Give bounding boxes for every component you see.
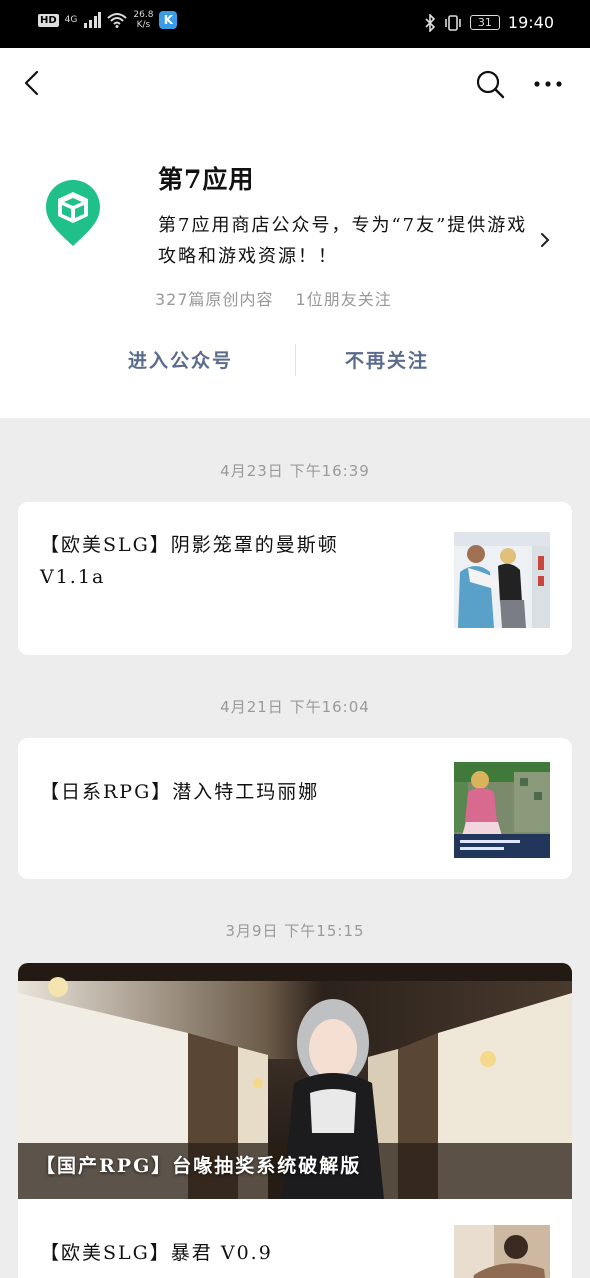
article-title: 【日系RPG】潜入特工玛丽娜 xyxy=(40,781,320,803)
wifi-icon xyxy=(107,13,128,28)
article-card[interactable]: 【日系RPG】潜入特工玛丽娜 xyxy=(18,738,572,879)
account-name: 第7应用 xyxy=(158,165,255,194)
network-speed: 26.8 K/s xyxy=(133,10,153,30)
chevron-right-icon[interactable] xyxy=(537,230,553,250)
feed-date: 4月23日 下午16:39 xyxy=(220,462,370,480)
hd-badge: HD xyxy=(38,13,59,27)
action-divider xyxy=(295,344,296,376)
article-card-group: 【国产RPG】台喙抽奖系统破解版 【欧美SLG】暴君 V0.9 xyxy=(18,963,572,1278)
account-description[interactable]: 第7应用商店公众号，专为“7友”提供游戏攻略和游戏资源！！ xyxy=(158,210,538,272)
friends-following: 1位朋友关注 xyxy=(295,290,392,309)
article-thumbnail xyxy=(454,532,550,628)
unfollow-button[interactable]: 不再关注 xyxy=(345,346,429,373)
article-thumbnail xyxy=(454,762,550,858)
article-title-line1: 【欧美SLG】阴影笼罩的曼斯顿 xyxy=(40,534,339,556)
status-bar: HD 4G 26.8 K/s K 31 19:40 xyxy=(0,0,590,48)
original-count: 327篇原创内容 xyxy=(155,290,274,309)
article-row[interactable]: 【欧美SLG】暴君 V0.9 xyxy=(18,1199,572,1278)
account-profile: 第7应用 第7应用商店公众号，专为“7友”提供游戏攻略和游戏资源！！ 327篇原… xyxy=(0,118,590,418)
status-left: HD 4G 26.8 K/s K xyxy=(38,10,178,30)
article-banner[interactable]: 【国产RPG】台喙抽奖系统破解版 xyxy=(18,963,572,1199)
article-card[interactable]: 【欧美SLG】阴影笼罩的曼斯顿 V1.1a xyxy=(18,502,572,655)
article-title: 【欧美SLG】阴影笼罩的曼斯顿 V1.1a xyxy=(40,529,339,593)
battery-icon: 31 xyxy=(469,15,500,30)
article-thumbnail xyxy=(454,1225,550,1278)
vibrate-icon xyxy=(445,14,461,31)
enter-account-button[interactable]: 进入公众号 xyxy=(128,346,233,373)
network-type: 4G xyxy=(64,15,78,25)
feed-date: 3月9日 下午15:15 xyxy=(225,922,365,940)
account-stats: 327篇原创内容 1位朋友关注 xyxy=(155,286,392,310)
account-actions: 进入公众号 不再关注 xyxy=(0,340,590,380)
feed-date: 4月21日 下午16:04 xyxy=(220,698,370,716)
article-title: 【欧美SLG】暴君 V0.9 xyxy=(40,1242,273,1264)
bluetooth-icon xyxy=(425,13,436,32)
status-time: 19:40 xyxy=(507,13,554,32)
account-logo-icon[interactable] xyxy=(44,178,102,248)
signal-icon xyxy=(84,12,102,28)
app-notification-icon: K xyxy=(159,11,178,29)
back-arrow-icon[interactable] xyxy=(18,68,48,98)
top-bar xyxy=(0,48,590,118)
status-right: 31 19:40 xyxy=(424,13,554,32)
article-banner-title: 【国产RPG】台喙抽奖系统破解版 xyxy=(36,1155,362,1177)
speed-unit: K/s xyxy=(136,20,151,30)
article-title-line2: V1.1a xyxy=(40,566,106,588)
speed-value: 26.8 xyxy=(133,10,154,20)
more-icon[interactable] xyxy=(532,68,564,100)
search-icon[interactable] xyxy=(474,68,506,100)
